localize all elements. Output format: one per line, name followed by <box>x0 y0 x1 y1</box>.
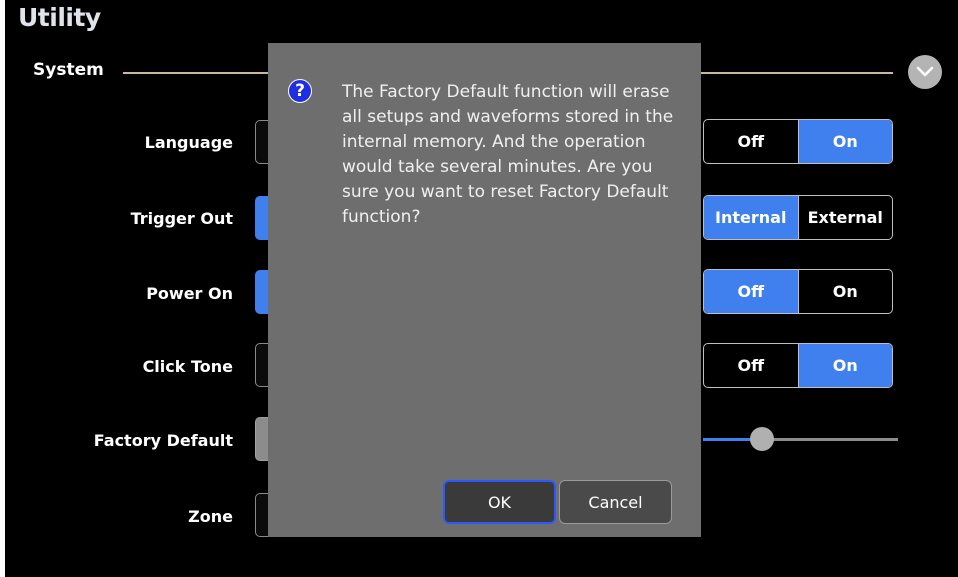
toggle-row1-on[interactable]: On <box>797 120 892 163</box>
ok-button[interactable]: OK <box>443 480 556 524</box>
chevron-down-icon <box>916 66 934 77</box>
slider-thumb[interactable] <box>749 427 774 451</box>
utility-screen: Utility System Language Trigger Out Powe… <box>5 0 958 577</box>
row-label-trigger-out: Trigger Out <box>130 209 233 228</box>
toggle-row3-on[interactable]: On <box>797 270 893 313</box>
toggle-row4-on[interactable]: On <box>797 344 892 387</box>
toggle-row4-off[interactable]: Off <box>704 344 798 387</box>
toggle-internal[interactable]: Internal <box>704 196 798 239</box>
collapse-button[interactable] <box>908 55 942 89</box>
row-label-factory-default: Factory Default <box>93 431 233 450</box>
dialog-message: The Factory Default function will erase … <box>342 82 674 227</box>
toggle-trigger-source[interactable]: Internal External <box>703 195 893 240</box>
row-label-click-tone: Click Tone <box>142 357 233 376</box>
section-label-system: System <box>33 60 104 80</box>
toggle-row3-off[interactable]: Off <box>704 270 798 313</box>
toggle-row1[interactable]: Off On <box>703 119 893 164</box>
cancel-button[interactable]: Cancel <box>559 480 672 524</box>
toggle-row3[interactable]: Off On <box>703 269 893 314</box>
row-label-power-on: Power On <box>146 284 233 303</box>
confirm-dialog: ? The Factory Default function will eras… <box>268 43 701 537</box>
toggle-row1-off[interactable]: Off <box>704 120 798 163</box>
toggle-external[interactable]: External <box>797 196 893 239</box>
row-label-language: Language <box>144 133 233 152</box>
question-icon: ? <box>288 79 312 103</box>
row-label-zone: Zone <box>188 507 233 526</box>
page-title: Utility <box>18 3 101 32</box>
toggle-row4[interactable]: Off On <box>703 343 893 388</box>
